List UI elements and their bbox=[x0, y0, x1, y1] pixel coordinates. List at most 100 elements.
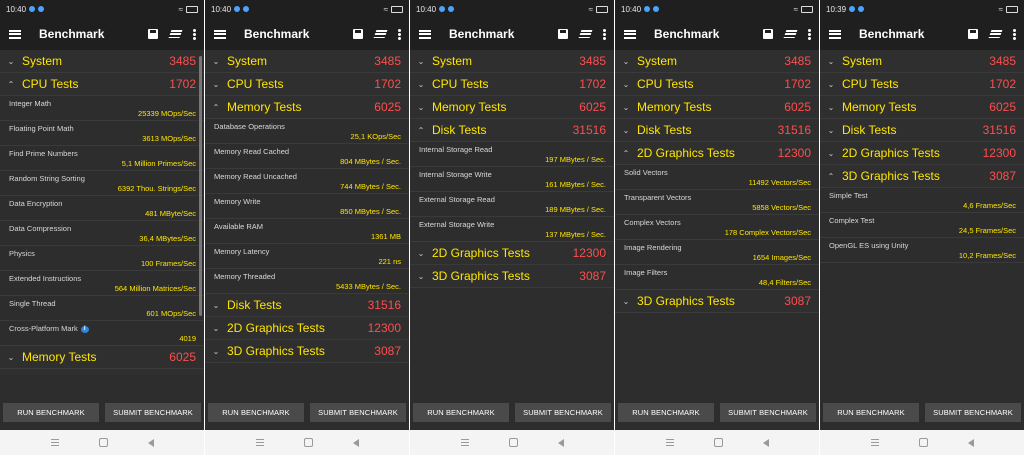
category-name: CPU Tests bbox=[432, 77, 489, 91]
recents-icon[interactable] bbox=[460, 439, 469, 446]
sort-icon[interactable] bbox=[578, 30, 593, 38]
more-vert-icon[interactable] bbox=[398, 28, 401, 40]
submit-benchmark-button[interactable]: SUBMIT BENCHMARK bbox=[310, 403, 406, 422]
save-icon[interactable] bbox=[968, 29, 978, 39]
category-row[interactable]: ⌄ System 3485 bbox=[205, 50, 409, 73]
home-icon[interactable] bbox=[98, 438, 108, 447]
category-row[interactable]: ⌄ Disk Tests 31516 bbox=[205, 294, 409, 317]
category-row[interactable]: ⌄ 2D Graphics Tests 12300 bbox=[410, 242, 614, 265]
category-row[interactable]: ⌄ System 3485 bbox=[615, 50, 819, 73]
recents-icon[interactable] bbox=[870, 439, 879, 446]
status-time: 10:40 bbox=[621, 4, 642, 14]
category-row[interactable]: ⌄ CPU Tests 1702 bbox=[410, 73, 614, 96]
back-icon[interactable] bbox=[352, 438, 359, 447]
category-row[interactable]: ⌄ CPU Tests 1702 bbox=[615, 73, 819, 96]
back-icon[interactable] bbox=[762, 438, 769, 447]
sort-icon[interactable] bbox=[988, 30, 1003, 38]
test-row: Transparent Vectors 5858 Vectors/Sec bbox=[615, 190, 819, 215]
back-icon[interactable] bbox=[557, 438, 564, 447]
hamburger-menu-icon[interactable] bbox=[624, 29, 636, 39]
category-row[interactable]: ⌄ Disk Tests 31516 bbox=[615, 119, 819, 142]
chevron-down-icon: ⌄ bbox=[622, 296, 630, 306]
save-icon[interactable] bbox=[763, 29, 773, 39]
sort-icon[interactable] bbox=[373, 30, 388, 38]
submit-benchmark-button[interactable]: SUBMIT BENCHMARK bbox=[925, 403, 1021, 422]
home-icon[interactable] bbox=[508, 438, 518, 447]
category-row[interactable]: ⌄ Memory Tests 6025 bbox=[410, 96, 614, 119]
category-row[interactable]: ⌄ Memory Tests 6025 bbox=[0, 346, 204, 369]
test-row: Database Operations 25,1 KOps/Sec bbox=[205, 119, 409, 144]
category-row[interactable]: ⌄ CPU Tests 1702 bbox=[205, 73, 409, 96]
category-row[interactable]: ⌄ 3D Graphics Tests 3087 bbox=[205, 340, 409, 363]
sort-icon[interactable] bbox=[168, 30, 183, 38]
more-vert-icon[interactable] bbox=[603, 28, 606, 40]
test-name: Memory Write bbox=[214, 197, 261, 206]
page-title: Benchmark bbox=[244, 27, 310, 41]
home-icon[interactable] bbox=[713, 438, 723, 447]
hamburger-menu-icon[interactable] bbox=[419, 29, 431, 39]
recents-icon[interactable] bbox=[665, 439, 674, 446]
hamburger-menu-icon[interactable] bbox=[9, 29, 21, 39]
run-benchmark-button[interactable]: RUN BENCHMARK bbox=[618, 403, 714, 422]
category-row[interactable]: ⌄ Disk Tests 31516 bbox=[820, 119, 1024, 142]
save-icon[interactable] bbox=[148, 29, 158, 39]
category-row[interactable]: ⌃ 2D Graphics Tests 12300 bbox=[615, 142, 819, 165]
category-row[interactable]: ⌄ CPU Tests 1702 bbox=[820, 73, 1024, 96]
save-icon[interactable] bbox=[558, 29, 568, 39]
status-bar: 10:39 ≈ bbox=[820, 0, 1024, 18]
category-row[interactable]: ⌄ Memory Tests 6025 bbox=[615, 96, 819, 119]
recents-icon[interactable] bbox=[255, 439, 264, 446]
category-row[interactable]: ⌃ Memory Tests 6025 bbox=[205, 96, 409, 119]
category-row[interactable]: ⌃ CPU Tests 1702 bbox=[0, 73, 204, 96]
hamburger-menu-icon[interactable] bbox=[829, 29, 841, 39]
category-score: 31516 bbox=[982, 123, 1016, 137]
more-vert-icon[interactable] bbox=[808, 28, 811, 40]
category-row[interactable]: ⌄ 3D Graphics Tests 3087 bbox=[615, 290, 819, 313]
test-value: 10,2 Frames/Sec bbox=[958, 251, 1016, 260]
submit-benchmark-button[interactable]: SUBMIT BENCHMARK bbox=[515, 403, 611, 422]
save-icon[interactable] bbox=[353, 29, 363, 39]
chevron-up-icon: ⌃ bbox=[622, 148, 630, 158]
run-benchmark-button[interactable]: RUN BENCHMARK bbox=[3, 403, 99, 422]
status-time: 10:40 bbox=[416, 4, 437, 14]
results-list: ⌄ System 3485 ⌄ CPU Tests 1702 ⌄ Memory Tests 60… bbox=[615, 50, 819, 375]
sort-icon[interactable] bbox=[783, 30, 798, 38]
notification-icon bbox=[644, 6, 651, 12]
test-row: Simple Test 4,6 Frames/Sec bbox=[820, 188, 1024, 213]
category-row[interactable]: ⌄ Memory Tests 6025 bbox=[820, 96, 1024, 119]
category-row[interactable]: ⌃ Disk Tests 31516 bbox=[410, 119, 614, 142]
info-icon[interactable]: i bbox=[80, 325, 89, 333]
submit-benchmark-button[interactable]: SUBMIT BENCHMARK bbox=[720, 403, 816, 422]
category-score: 1702 bbox=[989, 77, 1016, 91]
results-list: ⌄ System 3485 ⌄ CPU Tests 1702 ⌃ Memory Tests 60… bbox=[205, 50, 409, 375]
run-benchmark-button[interactable]: RUN BENCHMARK bbox=[208, 403, 304, 422]
hamburger-menu-icon[interactable] bbox=[214, 29, 226, 39]
home-icon[interactable] bbox=[918, 438, 928, 447]
test-name: Memory Read Uncached bbox=[214, 172, 297, 181]
bottom-actions: RUN BENCHMARK SUBMIT BENCHMARK bbox=[820, 375, 1024, 430]
recents-icon[interactable] bbox=[50, 439, 59, 446]
category-row[interactable]: ⌄ 2D Graphics Tests 12300 bbox=[820, 142, 1024, 165]
category-row[interactable]: ⌄ 3D Graphics Tests 3087 bbox=[410, 265, 614, 288]
category-row[interactable]: ⌄ System 3485 bbox=[820, 50, 1024, 73]
category-row[interactable]: ⌄ System 3485 bbox=[410, 50, 614, 73]
scrollbar[interactable] bbox=[199, 56, 202, 316]
test-name: Solid Vectors bbox=[624, 168, 668, 177]
category-row[interactable]: ⌃ 3D Graphics Tests 3087 bbox=[820, 165, 1024, 188]
run-benchmark-button[interactable]: RUN BENCHMARK bbox=[823, 403, 919, 422]
notification-icon bbox=[439, 6, 446, 12]
home-icon[interactable] bbox=[303, 438, 313, 447]
more-vert-icon[interactable] bbox=[193, 28, 196, 40]
run-benchmark-button[interactable]: RUN BENCHMARK bbox=[413, 403, 509, 422]
category-row[interactable]: ⌄ System 3485 bbox=[0, 50, 204, 73]
category-name: 2D Graphics Tests bbox=[227, 321, 325, 335]
back-icon[interactable] bbox=[147, 438, 154, 447]
category-name: 3D Graphics Tests bbox=[432, 269, 530, 283]
test-row: Memory Write 850 MBytes / Sec. bbox=[205, 194, 409, 219]
category-row[interactable]: ⌄ 2D Graphics Tests 12300 bbox=[205, 317, 409, 340]
category-name: 3D Graphics Tests bbox=[637, 294, 735, 308]
back-icon[interactable] bbox=[967, 438, 974, 447]
wifi-icon: ≈ bbox=[588, 4, 593, 14]
submit-benchmark-button[interactable]: SUBMIT BENCHMARK bbox=[105, 403, 201, 422]
more-vert-icon[interactable] bbox=[1013, 28, 1016, 40]
